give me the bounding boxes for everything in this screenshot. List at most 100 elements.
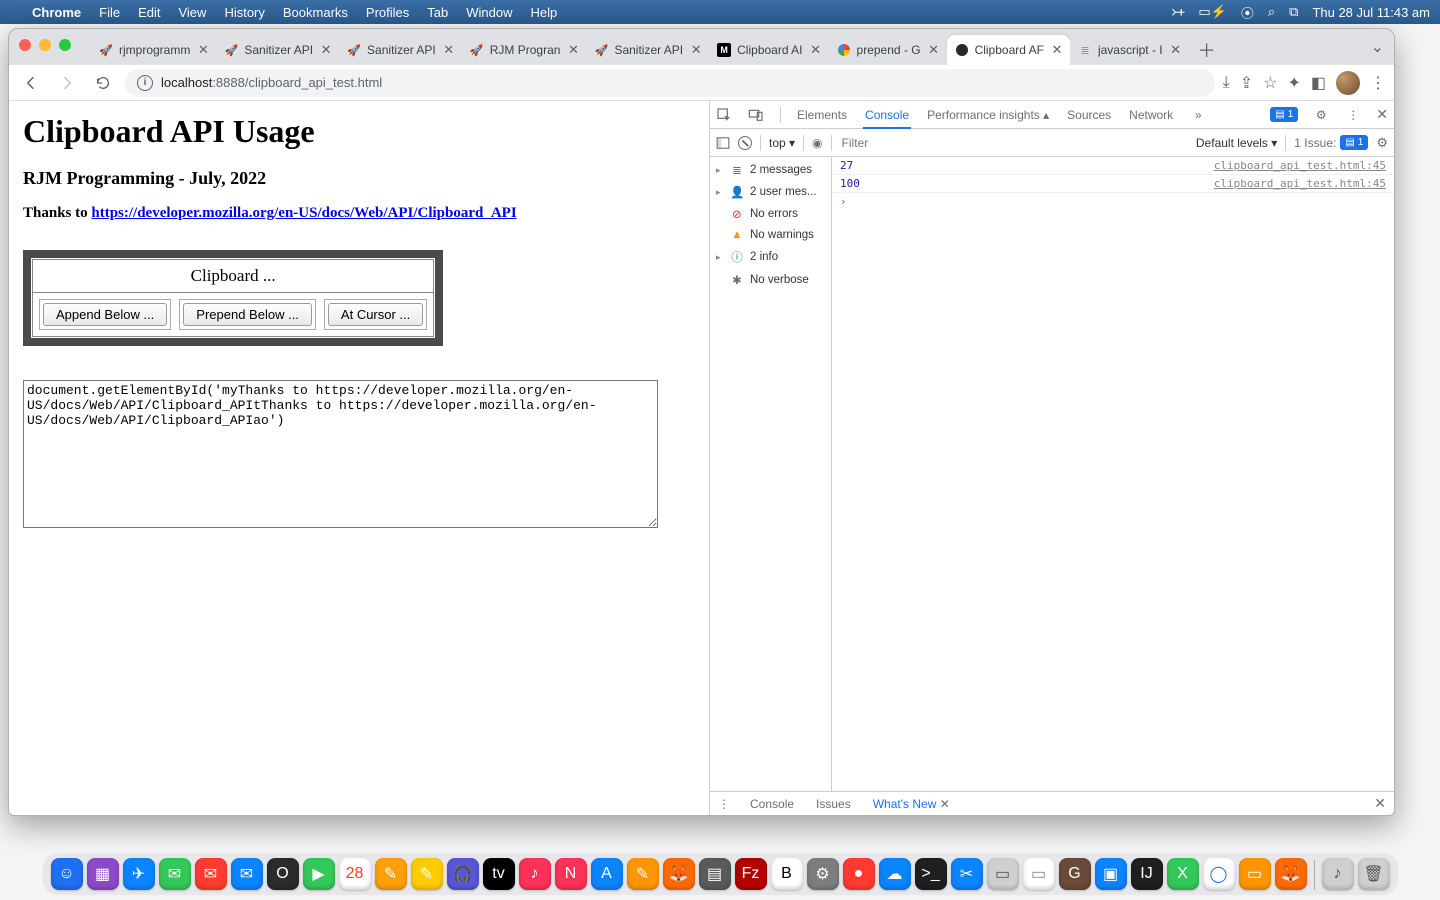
window-zoom-button[interactable]	[59, 39, 71, 51]
devtools-more-tabs-icon[interactable]: »	[1189, 108, 1207, 122]
devtools-tab-sources[interactable]: Sources	[1065, 102, 1113, 128]
prepend-below-button[interactable]: Prepend Below ...	[183, 303, 312, 326]
console-sidebar-toggle-icon[interactable]	[716, 136, 730, 150]
dock-app-icon[interactable]: ●	[843, 858, 875, 890]
dock-app-icon[interactable]: ♪	[519, 858, 551, 890]
drawer-tab-issues[interactable]: Issues	[814, 793, 853, 815]
console-settings-icon[interactable]: ⚙	[1376, 135, 1388, 151]
reload-button[interactable]	[89, 69, 117, 97]
wifi-icon[interactable]: ⦿	[1241, 3, 1254, 22]
devtools-tab-network[interactable]: Network	[1127, 102, 1175, 128]
browser-tab[interactable]: Sanitizer API✕	[216, 35, 339, 65]
console-issues-link[interactable]: 1 Issue: ▤ 1	[1294, 135, 1368, 150]
console-log-line[interactable]: 100clipboard_api_test.html:45	[832, 175, 1394, 193]
devtools-tab-perf-insights[interactable]: Performance insights ▴	[925, 102, 1051, 128]
battery-icon[interactable]: ▭⚡	[1198, 4, 1226, 20]
control-center-icon[interactable]: ⧉	[1289, 4, 1298, 20]
dock-app-icon[interactable]: ✂	[951, 858, 983, 890]
extensions-icon[interactable]: ✦	[1287, 73, 1300, 93]
dock-app-icon[interactable]: B	[771, 858, 803, 890]
menu-bookmarks[interactable]: Bookmarks	[283, 5, 348, 20]
dock-app-icon[interactable]: ✉	[159, 858, 191, 890]
dock-app-icon[interactable]: ▭	[1239, 858, 1271, 890]
execution-context-select[interactable]: top ▾	[769, 136, 795, 150]
browser-tab[interactable]: Clipboard AF✕	[947, 35, 1070, 65]
dock-app-icon[interactable]: X	[1167, 858, 1199, 890]
dock-app-icon[interactable]: ✈	[123, 858, 155, 890]
dock-app-icon[interactable]: ✎	[411, 858, 443, 890]
tab-overflow-button[interactable]: ⌄	[1371, 37, 1384, 57]
back-button[interactable]	[17, 69, 45, 97]
at-cursor-button[interactable]: At Cursor ...	[328, 303, 423, 326]
live-expression-icon[interactable]: ◉	[812, 136, 822, 150]
tab-close-icon[interactable]: ✕	[927, 43, 941, 57]
menu-file[interactable]: File	[99, 5, 120, 20]
menu-view[interactable]: View	[178, 5, 206, 20]
dock-app-icon[interactable]: 28	[339, 858, 371, 890]
dock-app-icon[interactable]: tv	[483, 858, 515, 890]
window-close-button[interactable]	[19, 39, 31, 51]
console-output[interactable]: 27clipboard_api_test.html:45100clipboard…	[832, 157, 1394, 791]
dock-app-icon[interactable]: ☺	[51, 858, 83, 890]
dock-app-icon[interactable]: Fz	[735, 858, 767, 890]
dock-app-icon[interactable]: ✉	[231, 858, 263, 890]
console-filter-input[interactable]	[840, 134, 1188, 152]
profile-avatar[interactable]	[1336, 71, 1360, 95]
chrome-menu-icon[interactable]: ⋮	[1370, 73, 1386, 93]
dock-app-icon[interactable]: >_	[915, 858, 947, 890]
dock-app-icon[interactable]: ▭	[987, 858, 1019, 890]
inspect-element-icon[interactable]	[716, 107, 734, 123]
dock-app-icon[interactable]: ▦	[87, 858, 119, 890]
clear-console-icon[interactable]	[738, 136, 752, 150]
menubar-app-name[interactable]: Chrome	[32, 5, 81, 20]
console-sidebar-row[interactable]: ✱No verbose	[710, 269, 831, 291]
bluetooth-icon[interactable]: ᚛ᚐ	[1171, 4, 1184, 20]
devtools-settings-icon[interactable]: ⚙	[1312, 108, 1330, 122]
menu-history[interactable]: History	[224, 5, 264, 20]
new-tab-button[interactable]: ＋	[1193, 36, 1221, 64]
tab-close-icon[interactable]: ✕	[319, 43, 333, 57]
tab-close-icon[interactable]: ✕	[442, 43, 456, 57]
site-info-icon[interactable]: i	[137, 75, 153, 91]
dock-app-icon[interactable]: 🦊	[1275, 858, 1307, 890]
browser-tab[interactable]: Sanitizer API✕	[339, 35, 462, 65]
console-prompt[interactable]: ›	[832, 193, 1394, 210]
window-minimize-button[interactable]	[39, 39, 51, 51]
dock-app-icon[interactable]: ▤	[699, 858, 731, 890]
browser-tab[interactable]: ≣javascript - I✕	[1070, 35, 1189, 65]
devtools-close-icon[interactable]: ✕	[1376, 106, 1388, 123]
output-textarea[interactable]	[23, 380, 658, 528]
tab-close-icon[interactable]: ✕	[689, 43, 703, 57]
dock-app-icon[interactable]: ✎	[627, 858, 659, 890]
console-sidebar-row[interactable]: ▸👤2 user mes...	[710, 181, 831, 203]
devtools-message-badge[interactable]: ▤ 1	[1270, 107, 1298, 122]
dock-app-icon[interactable]: IJ	[1131, 858, 1163, 890]
drawer-close-icon[interactable]: ✕	[1374, 795, 1386, 812]
bookmark-star-icon[interactable]: ☆	[1263, 73, 1277, 93]
dock-app-icon[interactable]: ⚙	[807, 858, 839, 890]
devtools-tab-elements[interactable]: Elements	[795, 102, 849, 128]
dock-app-icon[interactable]: O	[267, 858, 299, 890]
dock-app-icon[interactable]: ♪	[1322, 858, 1354, 890]
console-sidebar-row[interactable]: ▲No warnings	[710, 225, 831, 245]
browser-tab[interactable]: prepend - G✕	[829, 35, 947, 65]
console-source-link[interactable]: clipboard_api_test.html:45	[1214, 177, 1386, 190]
window-traffic-lights[interactable]	[19, 39, 71, 51]
drawer-tab-console[interactable]: Console	[748, 793, 796, 815]
share-icon[interactable]: ⇪	[1240, 73, 1253, 93]
forward-button[interactable]	[53, 69, 81, 97]
thanks-link[interactable]: https://developer.mozilla.org/en-US/docs…	[91, 205, 516, 221]
menu-help[interactable]: Help	[531, 5, 558, 20]
dock-app-icon[interactable]: ▶	[303, 858, 335, 890]
dock-app-icon[interactable]: ✎	[375, 858, 407, 890]
drawer-close-whats-new-icon[interactable]: ✕	[940, 797, 950, 811]
dock-app-icon[interactable]: ◯	[1203, 858, 1235, 890]
browser-tab[interactable]: MClipboard AI✕	[709, 35, 828, 65]
dock-app-icon[interactable]: ☁	[879, 858, 911, 890]
menu-profiles[interactable]: Profiles	[366, 5, 409, 20]
drawer-menu-icon[interactable]: ⋮	[718, 797, 730, 811]
spotlight-icon[interactable]: ⌕	[1268, 4, 1275, 20]
browser-tab[interactable]: RJM Progran✕	[462, 35, 587, 65]
console-sidebar-row[interactable]: ▸ⓘ2 info	[710, 245, 831, 269]
sidepanel-icon[interactable]: ◧	[1311, 73, 1326, 93]
